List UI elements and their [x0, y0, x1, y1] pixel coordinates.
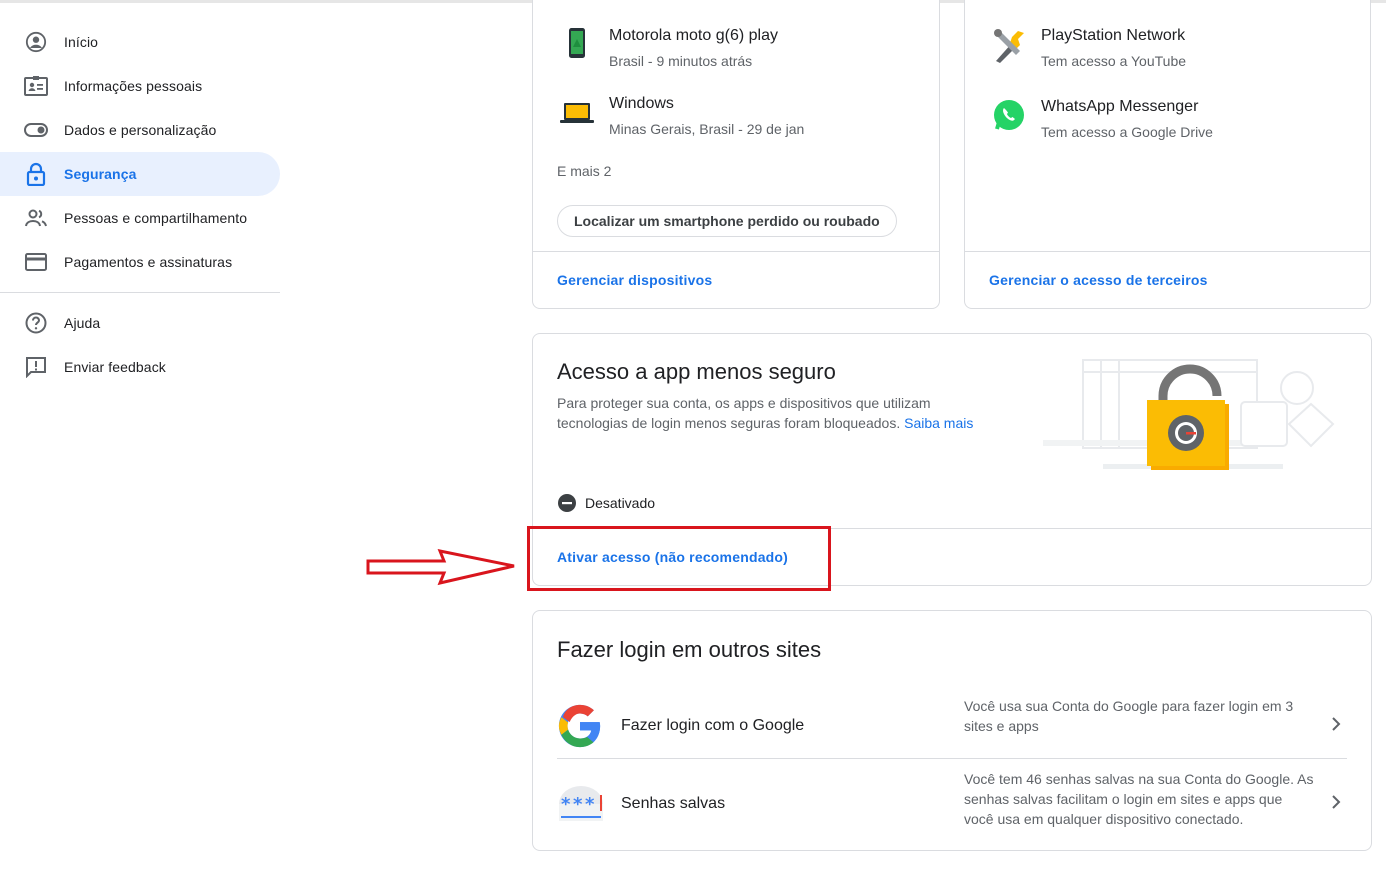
- sidebar-item-label: Dados e personalização: [64, 122, 217, 138]
- annotation-highlight-box: [527, 526, 831, 591]
- account-circle-icon: [24, 30, 48, 54]
- device-name: Motorola moto g(6) play: [609, 27, 778, 44]
- whatsapp-icon: [989, 98, 1029, 140]
- third-party-card-footer: Gerenciar o acesso de terceiros: [965, 251, 1370, 308]
- device-detail: Brasil - 9 minutos atrás: [609, 53, 753, 69]
- sidebar-item-label: Pessoas e compartilhamento: [64, 210, 248, 226]
- saved-passwords-row[interactable]: * * * Senhas salvas Você tem 46 senhas s…: [557, 771, 1347, 835]
- smartphone-icon: [557, 27, 597, 69]
- sidebar-item-ajuda[interactable]: Ajuda: [0, 301, 280, 345]
- devices-card-footer: Gerenciar dispositivos: [533, 251, 939, 308]
- sidebar-item-label: Enviar feedback: [64, 359, 166, 375]
- third-party-detail: Tem acesso a YouTube: [1041, 53, 1187, 69]
- toggle-icon: [24, 118, 48, 142]
- credit-card-icon: [24, 250, 48, 274]
- sidebar-item-label: Informações pessoais: [64, 78, 203, 94]
- sign-in-with-google-row[interactable]: Fazer login com o Google Você usa sua Co…: [557, 695, 1347, 757]
- device-item[interactable]: Windows Minas Gerais, Brasil - 29 de jan: [557, 95, 804, 137]
- manage-third-party-link[interactable]: Gerenciar o acesso de terceiros: [989, 272, 1208, 288]
- sidebar-item-inicio[interactable]: Início: [0, 20, 280, 64]
- help-icon: [24, 311, 48, 335]
- device-name: Windows: [609, 95, 674, 112]
- chevron-right-icon: [1331, 716, 1341, 736]
- sidebar-item-pagamentos-assinaturas[interactable]: Pagamentos e assinaturas: [0, 240, 280, 284]
- third-party-item[interactable]: PlayStation Network Tem acesso a YouTube: [989, 27, 1186, 69]
- sidebar-item-label: Pagamentos e assinaturas: [64, 254, 233, 270]
- sidebar-item-enviar-feedback[interactable]: Enviar feedback: [0, 345, 280, 389]
- svg-text:*: *: [561, 794, 571, 815]
- status-text: Desativado: [585, 495, 656, 511]
- sidebar-item-label: Início: [64, 34, 99, 50]
- row-label: Senhas salvas: [621, 795, 726, 812]
- other-sites-title: Fazer login em outros sites: [557, 637, 822, 662]
- sidebar-item-informacoes-pessoais[interactable]: Informações pessoais: [0, 64, 280, 108]
- row-label: Fazer login com o Google: [621, 717, 805, 734]
- annotation-arrow: [366, 548, 518, 592]
- id-card-icon: [24, 74, 48, 98]
- tools-icon: [989, 27, 1029, 69]
- third-party-detail: Tem acesso a Google Drive: [1041, 124, 1213, 140]
- sidebar-item-label: Segurança: [64, 166, 137, 182]
- more-devices-text: E mais 2: [557, 163, 612, 179]
- manage-devices-link[interactable]: Gerenciar dispositivos: [557, 272, 712, 288]
- sidebar-item-label: Ajuda: [64, 315, 101, 331]
- other-sites-card: Fazer login em outros sites Fazer login …: [532, 610, 1372, 851]
- sidebar-item-seguranca[interactable]: Segurança: [0, 152, 280, 196]
- google-logo-icon: [557, 703, 603, 749]
- sidebar-item-pessoas-compartilhamento[interactable]: Pessoas e compartilhamento: [0, 196, 280, 240]
- find-phone-button[interactable]: Localizar um smartphone perdido ou rouba…: [557, 205, 897, 237]
- devices-card: Motorola moto g(6) play Brasil - 9 minut…: [532, 0, 940, 309]
- third-party-name: WhatsApp Messenger: [1041, 98, 1199, 115]
- chevron-right-icon: [1331, 794, 1341, 814]
- third-party-item[interactable]: WhatsApp Messenger Tem acesso a Google D…: [989, 98, 1213, 140]
- svg-text:*: *: [585, 794, 595, 815]
- password-icon: * * *: [557, 783, 605, 825]
- row-divider: [557, 758, 1347, 759]
- lock-icon: [24, 162, 48, 186]
- device-item[interactable]: Motorola moto g(6) play Brasil - 9 minut…: [557, 27, 778, 69]
- less-secure-description: Para proteger sua conta, os apps e dispo…: [557, 393, 1017, 433]
- less-secure-title: Acesso a app menos seguro: [557, 359, 836, 384]
- sidebar-item-dados-personalizacao[interactable]: Dados e personalização: [0, 108, 280, 152]
- status-row: Desativado: [557, 493, 655, 513]
- people-icon: [24, 206, 48, 230]
- sidebar: Início Informações pessoais Dados e pers…: [0, 20, 280, 389]
- third-party-name: PlayStation Network: [1041, 27, 1186, 44]
- sidebar-divider: [0, 292, 280, 293]
- device-detail: Minas Gerais, Brasil - 29 de jan: [609, 121, 805, 137]
- row-description: Você usa sua Conta do Google para fazer …: [964, 698, 1294, 734]
- description-line: Para proteger sua conta, os apps e dispo…: [557, 395, 931, 411]
- row-description: Você tem 46 senhas salvas na sua Conta d…: [964, 771, 1314, 827]
- description-text: tecnologias de login menos seguras foram…: [557, 415, 901, 431]
- laptop-icon: [557, 95, 597, 137]
- svg-text:*: *: [573, 794, 583, 815]
- description-line: tecnologias de login menos seguras foram…: [557, 413, 1017, 433]
- padlock-illustration: [1043, 352, 1343, 482]
- third-party-card: PlayStation Network Tem acesso a YouTube…: [964, 0, 1371, 309]
- learn-more-link[interactable]: Saiba mais: [904, 415, 973, 431]
- disabled-status-icon: [557, 493, 577, 513]
- feedback-icon: [24, 355, 48, 379]
